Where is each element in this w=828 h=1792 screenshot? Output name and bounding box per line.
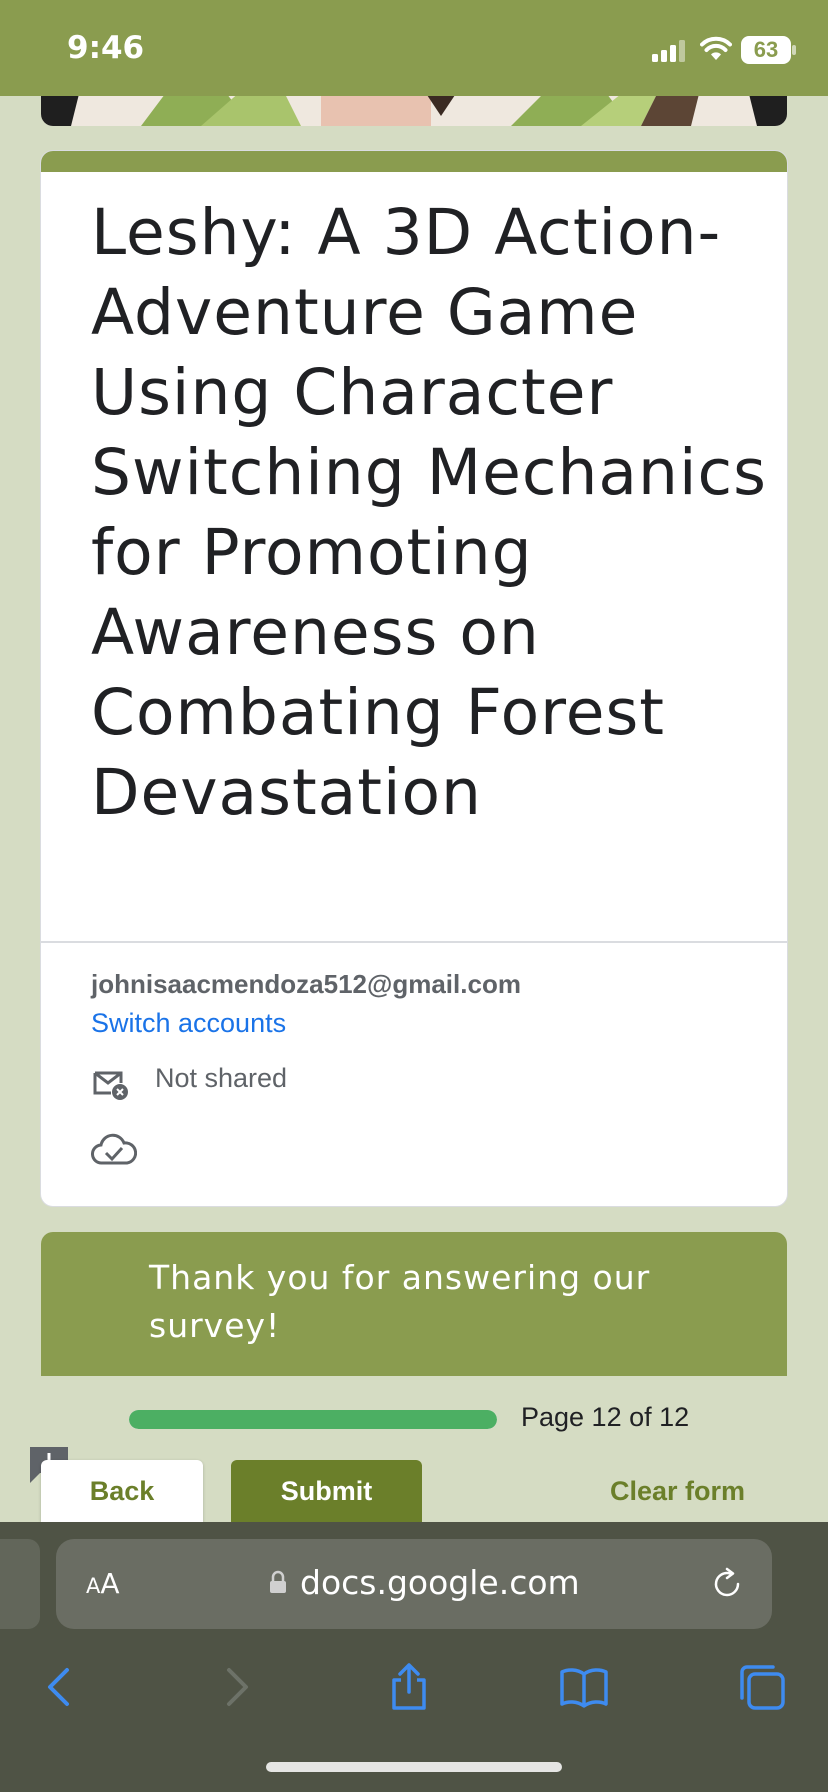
reload-icon[interactable] <box>710 1567 744 1601</box>
forward-arrow-icon[interactable] <box>212 1662 262 1712</box>
url-text: docs.google.com <box>300 1563 580 1602</box>
card-accent-bar <box>41 151 787 172</box>
form-title: Leshy: A 3D Action-Adventure Game Using … <box>91 196 767 829</box>
browser-toolbar: AA docs.google.com <box>0 1522 828 1792</box>
tabs-icon[interactable] <box>737 1662 787 1712</box>
mail-x-icon <box>93 1071 128 1100</box>
submit-button[interactable]: Submit <box>231 1460 422 1522</box>
home-indicator[interactable] <box>266 1762 562 1772</box>
share-icon[interactable] <box>384 1662 434 1712</box>
account-email: johnisaacmendoza512@gmail.com <box>91 969 521 999</box>
wifi-icon <box>700 36 732 60</box>
bookmarks-icon[interactable] <box>559 1662 609 1712</box>
confirmation-message: Thank you for answering our survey! <box>149 1258 651 1345</box>
email-not-shared-status: Not shared <box>155 1063 288 1093</box>
card-divider <box>41 941 787 943</box>
back-button[interactable]: Back <box>41 1460 203 1522</box>
status-bar: 9:46 63 <box>0 0 828 96</box>
battery-level: 63 <box>753 37 779 62</box>
address-bar[interactable]: AA docs.google.com <box>56 1539 772 1629</box>
progress-fill <box>129 1410 497 1429</box>
progress-bar <box>129 1410 497 1429</box>
reader-options-button[interactable]: AA <box>86 1567 120 1600</box>
switch-accounts-link[interactable]: Switch accounts <box>91 1008 286 1039</box>
cloud-check-icon <box>91 1133 137 1165</box>
form-header-card: Leshy: A 3D Action-Adventure Game Using … <box>41 151 787 1206</box>
page-indicator: Page 12 of 12 <box>521 1402 690 1432</box>
lock-icon <box>270 1570 286 1593</box>
status-time: 9:46 <box>67 30 145 66</box>
previous-tab-preview[interactable] <box>0 1539 40 1629</box>
signal-icon <box>652 40 685 62</box>
clear-form-button[interactable]: Clear form <box>610 1476 745 1507</box>
back-arrow-icon[interactable] <box>34 1662 84 1712</box>
confirmation-section: Thank you for answering our survey! <box>41 1232 787 1376</box>
